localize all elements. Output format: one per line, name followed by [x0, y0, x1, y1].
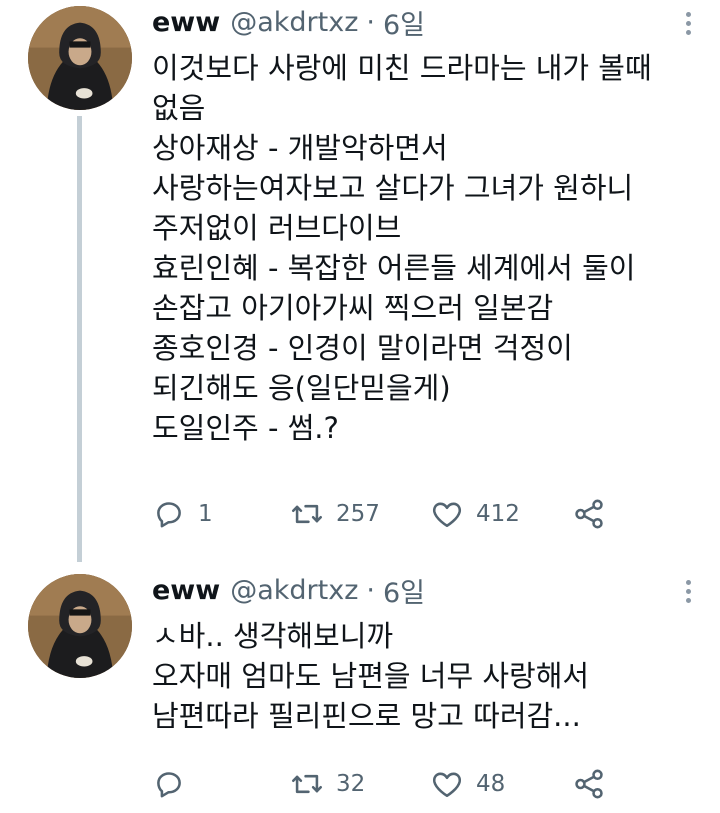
avatar-image [28, 574, 132, 678]
more-icon[interactable] [682, 580, 694, 604]
tweet-header: eww @akdrtxz · 6일 [152, 2, 425, 42]
display-name[interactable]: eww [152, 575, 220, 606]
separator: · [366, 574, 375, 606]
reply-button[interactable]: 1 [152, 497, 290, 531]
tweet-text-line: 되긴해도 응(일단믿을게) [152, 371, 451, 405]
timestamp[interactable]: 6일 [383, 3, 425, 42]
avatar[interactable] [28, 574, 132, 678]
retweet-button[interactable]: 32 [290, 767, 430, 801]
action-bar: 32 48 [152, 764, 606, 804]
like-button[interactable]: 48 [430, 767, 572, 801]
like-icon [432, 502, 462, 528]
timestamp[interactable]: 6일 [383, 571, 425, 610]
tweet-text-line: 도일인주 - 썸.? [152, 411, 339, 445]
reply-icon [157, 772, 181, 798]
reply-icon [157, 502, 181, 528]
retweet-icon [291, 504, 323, 524]
share-icon [575, 499, 603, 529]
share-button[interactable] [572, 767, 606, 801]
tweet-text-line: 상아재상 - 개발악하면서 [152, 131, 448, 165]
like-button[interactable]: 412 [430, 497, 572, 531]
tweet-text-line: 오자매 엄마도 남편을 너무 사랑해서 [152, 659, 590, 693]
like-icon [432, 772, 462, 798]
tweet-text: 이것보다 사랑에 미친 드라마는 내가 볼때 없음 상아재상 - 개발악하면서 … [152, 48, 692, 448]
retweet-icon [291, 774, 323, 794]
thread-line [77, 116, 82, 562]
tweet-text-line: 사랑하는여자보고 살다가 그녀가 원하니 [152, 171, 634, 205]
tweet-text-line: 이것보다 사랑에 미친 드라마는 내가 볼때 [152, 51, 652, 85]
user-handle[interactable]: @akdrtxz [230, 7, 358, 38]
retweet-count: 32 [336, 771, 366, 797]
more-icon[interactable] [682, 12, 694, 36]
share-button[interactable] [572, 497, 606, 531]
reply-button[interactable] [152, 767, 290, 801]
avatar[interactable] [28, 6, 132, 110]
tweet-text-line: 없음 [152, 91, 206, 125]
tweet-text-line: 남편따라 필리핀으로 망고 따러감... [152, 699, 581, 733]
tweet-header: eww @akdrtxz · 6일 [152, 570, 425, 610]
action-bar: 1 257 412 [152, 494, 606, 534]
tweet-text-line: 효린인혜 - 복잡한 어른들 세계에서 둘이 [152, 251, 636, 285]
retweet-button[interactable]: 257 [290, 497, 430, 531]
display-name[interactable]: eww [152, 7, 220, 38]
like-count: 48 [476, 771, 506, 797]
tweet[interactable]: eww @akdrtxz · 6일 이것보다 사랑에 미친 드라마는 내가 볼때… [0, 0, 720, 562]
tweet-text-line: 종호인경 - 인경이 말이라면 걱정이 [152, 331, 573, 365]
like-count: 412 [476, 501, 520, 527]
tweet-text-line: ㅅ바.. 생각해보니까 [152, 619, 394, 653]
reply-count: 1 [198, 501, 213, 527]
tweet-text-line: 손잡고 아기아가씨 찍으러 일본감 [152, 291, 554, 325]
tweet-text-line: 주저없이 러브다이브 [152, 211, 402, 245]
tweet-text: ㅅ바.. 생각해보니까 오자매 엄마도 남편을 너무 사랑해서 남편따라 필리핀… [152, 616, 692, 736]
retweet-count: 257 [336, 501, 380, 527]
share-icon [575, 769, 603, 799]
user-handle[interactable]: @akdrtxz [230, 575, 358, 606]
avatar-image [28, 6, 132, 110]
tweet[interactable]: eww @akdrtxz · 6일 ㅅ바.. 생각해보니까 오자매 엄마도 남편… [0, 568, 720, 813]
separator: · [366, 6, 375, 38]
